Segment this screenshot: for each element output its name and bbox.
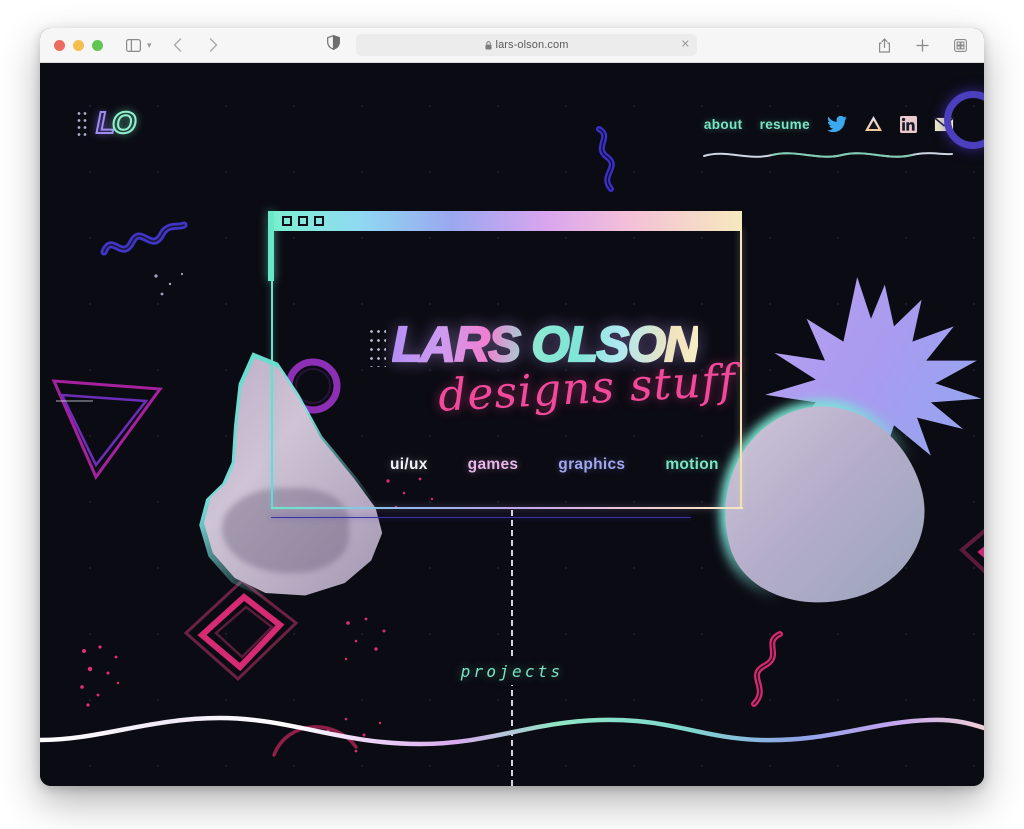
forward-icon[interactable]	[202, 34, 226, 56]
category-link-graphics[interactable]: graphics	[558, 456, 625, 474]
toolbar-right-icons[interactable]	[872, 34, 972, 56]
frame-button-3	[314, 216, 324, 226]
share-icon[interactable]	[872, 34, 896, 56]
clear-url-button[interactable]: ✕	[681, 39, 690, 51]
maximize-window-button[interactable]	[92, 39, 103, 51]
site-logo[interactable]: L O	[76, 105, 137, 140]
frame-edge-left	[271, 229, 273, 509]
browser-toolbar: ▾ lars-olson.com ✕	[40, 28, 984, 63]
category-link-motion[interactable]: motion	[665, 456, 718, 474]
window-controls[interactable]	[54, 39, 103, 51]
projects-label[interactable]: projects	[460, 658, 564, 685]
frame-button-1	[282, 216, 292, 226]
category-links[interactable]: ui/ux games graphics motion	[390, 456, 719, 474]
lock-icon	[485, 40, 492, 50]
back-icon[interactable]	[166, 34, 190, 56]
linkedin-icon[interactable]	[900, 115, 917, 133]
logo-letter-o: O	[111, 105, 137, 140]
frame-button-2	[298, 216, 308, 226]
category-link-uiux[interactable]: ui/ux	[390, 456, 428, 474]
logo-dot-grid-icon	[76, 109, 87, 136]
website-viewport: L O about resume LARS OLSON designs stuf…	[40, 63, 984, 786]
bottom-gradient-wave	[40, 715, 984, 747]
pineapple-halftone	[691, 277, 984, 635]
screenshot-root: ▾ lars-olson.com ✕ L O about resume LARS…	[0, 0, 1024, 829]
artstation-icon[interactable]	[864, 115, 883, 133]
navigation-arrows[interactable]	[166, 34, 226, 56]
tab-overview-icon[interactable]	[948, 34, 972, 56]
address-bar-area[interactable]: lars-olson.com ✕	[327, 34, 697, 56]
url-input[interactable]: lars-olson.com ✕	[356, 34, 697, 56]
nav-link-resume[interactable]: resume	[760, 117, 810, 132]
frame-edge-right	[740, 229, 742, 509]
twitter-icon[interactable]	[827, 115, 847, 133]
category-link-games[interactable]: games	[468, 456, 519, 474]
frame-edge-bottom	[271, 507, 743, 509]
new-tab-icon[interactable]	[910, 34, 934, 56]
sidebar-toggle-icon[interactable]	[121, 34, 145, 56]
hero-frame-titlebar	[274, 211, 742, 231]
privacy-shield-icon[interactable]	[327, 34, 340, 55]
site-top-nav[interactable]: about resume	[704, 115, 954, 133]
hero-dot-grid-icon	[368, 327, 386, 367]
close-window-button[interactable]	[54, 39, 65, 51]
nav-underline-wave	[703, 152, 953, 158]
nav-link-about[interactable]: about	[704, 117, 743, 132]
chevron-down-icon[interactable]: ▾	[147, 40, 152, 51]
frame-edge-bottom-accent	[271, 516, 691, 518]
minimize-window-button[interactable]	[73, 39, 84, 51]
url-text: lars-olson.com	[495, 39, 569, 51]
browser-window: ▾ lars-olson.com ✕ L O about resume LARS…	[40, 28, 984, 786]
sidebar-controls[interactable]: ▾	[121, 34, 152, 56]
logo-mark: L O	[95, 105, 137, 140]
